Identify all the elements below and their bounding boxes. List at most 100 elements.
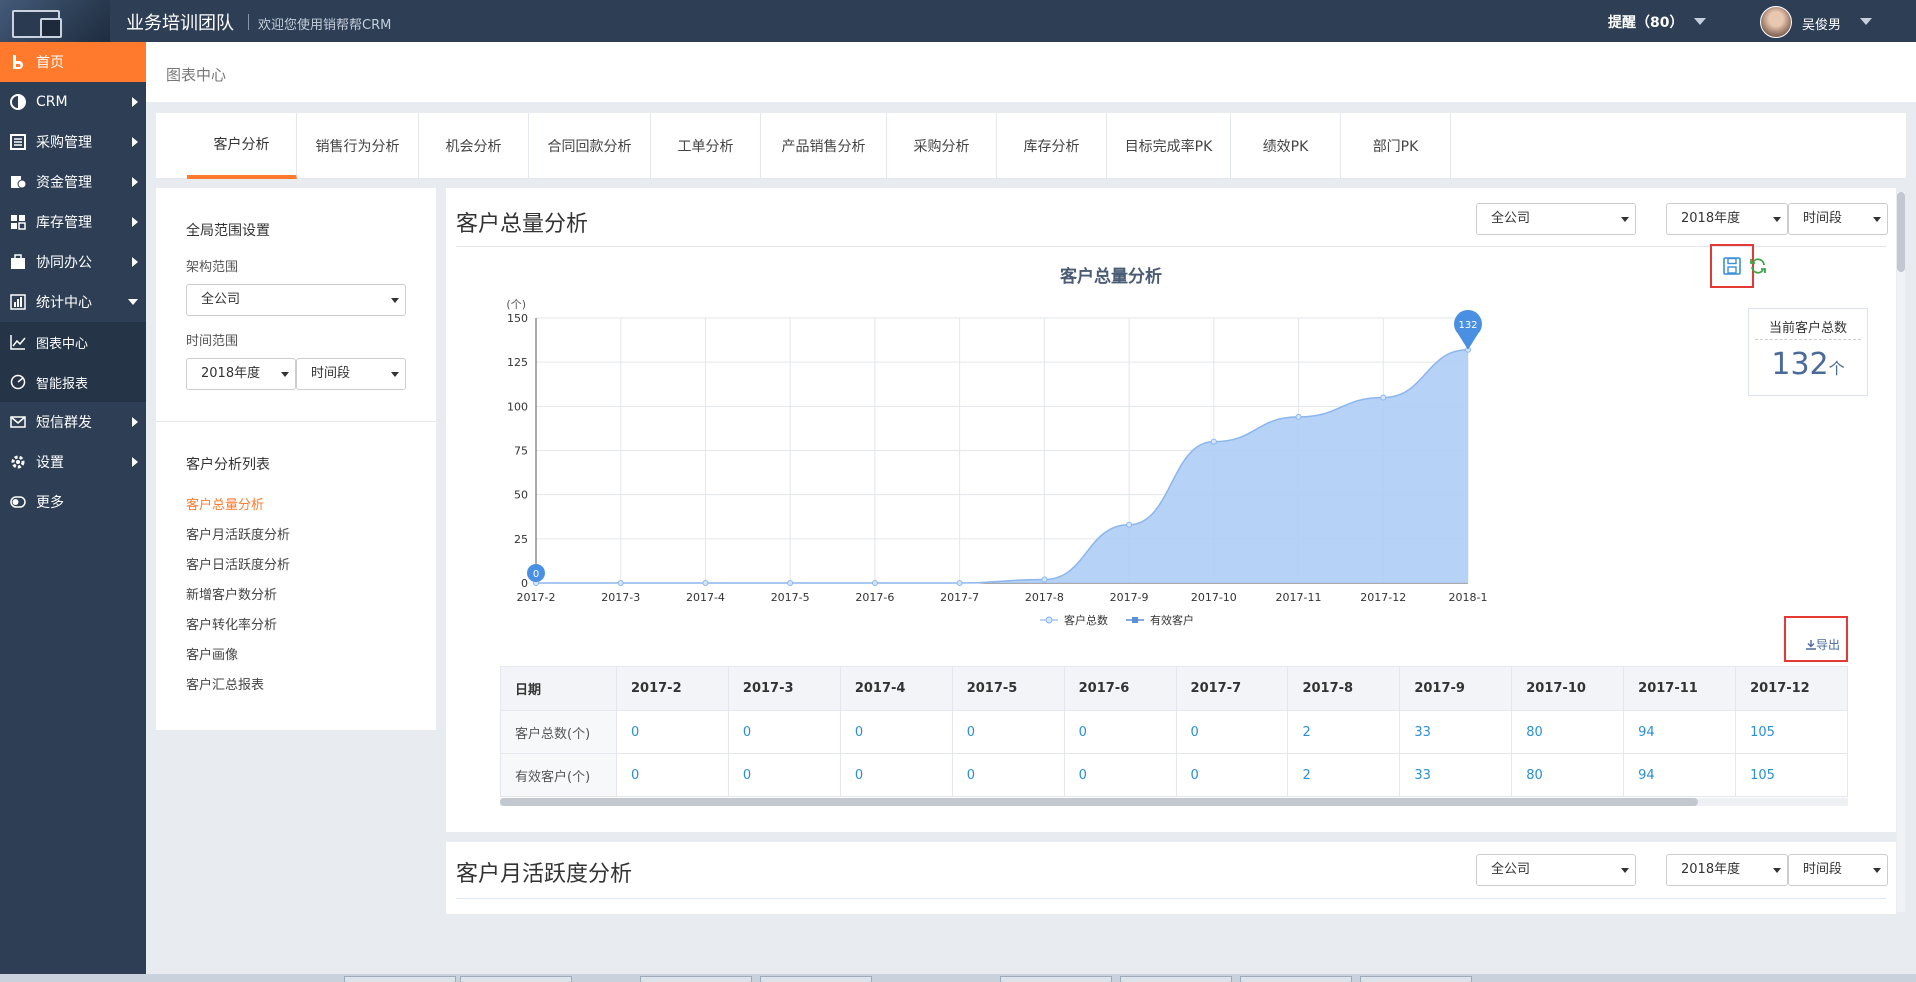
link-conversion-rate[interactable]: 客户转化率分析	[186, 614, 277, 633]
table-cell[interactable]: 80	[1511, 753, 1625, 797]
sidebar-item-inventory[interactable]: 库存管理	[0, 202, 146, 242]
taskbar-item[interactable]	[1360, 976, 1472, 982]
table-cell[interactable]: 0	[616, 710, 729, 754]
link-monthly-activity[interactable]: 客户月活跃度分析	[186, 524, 290, 543]
tab-performance-pk[interactable]: 绩效PK	[1231, 113, 1341, 179]
tab-opportunity[interactable]: 机会分析	[419, 113, 529, 179]
data-table: 日期 2017-2 2017-3 2017-4 2017-5 2017-6 20…	[500, 666, 1848, 797]
taskbar-item[interactable]	[344, 976, 456, 982]
table-scrollbar[interactable]	[500, 798, 1848, 806]
sidebar-item-stats[interactable]: 统计中心	[0, 282, 146, 322]
table-cell[interactable]: 105	[1735, 753, 1848, 797]
page-scrollbar[interactable]	[1897, 192, 1905, 912]
y-tick-label: 150	[507, 312, 528, 325]
table-cell[interactable]: 2	[1287, 753, 1401, 797]
sidebar-item-chart-center[interactable]: 图表中心	[0, 322, 146, 362]
table-cell[interactable]: 0	[727, 710, 841, 754]
taskbar-item[interactable]	[760, 976, 872, 982]
table-cell[interactable]: 0	[727, 753, 841, 797]
export-button[interactable]: 导出	[1806, 636, 1840, 653]
chevron-right-icon	[132, 217, 138, 227]
tab-work-order[interactable]: 工单分析	[651, 113, 761, 179]
table-header-cell: 2017-8	[1287, 666, 1401, 711]
table-header-row: 日期 2017-2 2017-3 2017-4 2017-5 2017-6 20…	[500, 666, 1848, 711]
table-cell[interactable]: 2	[1287, 710, 1401, 754]
link-customer-profile[interactable]: 客户画像	[186, 644, 238, 663]
y-tick-label: 75	[514, 445, 528, 458]
page-scrollbar-thumb[interactable]	[1897, 192, 1905, 272]
sidebar-item-crm[interactable]: CRM	[0, 82, 146, 122]
data-point	[617, 580, 624, 586]
chevron-down-icon	[391, 298, 399, 303]
reminder-button[interactable]: 提醒（80）	[1608, 12, 1683, 32]
table-cell[interactable]: 105	[1735, 710, 1848, 754]
y-tick-label: 25	[514, 533, 528, 546]
link-new-customers[interactable]: 新增客户数分析	[186, 584, 277, 603]
table-cell[interactable]: 0	[1175, 753, 1289, 797]
year-select-value: 2018年度	[1681, 862, 1741, 877]
home-icon	[10, 54, 26, 70]
chevron-down-icon[interactable]	[1694, 18, 1706, 25]
report-icon	[10, 374, 26, 390]
table-cell[interactable]: 0	[1063, 753, 1177, 797]
tab-customer-analysis[interactable]: 客户分析	[187, 113, 297, 179]
tab-department-pk[interactable]: 部门PK	[1341, 113, 1451, 179]
tab-sales-behavior[interactable]: 销售行为分析	[297, 113, 419, 179]
table-cell[interactable]: 0	[616, 753, 729, 797]
data-point	[1041, 576, 1048, 583]
sidebar-item-purchase[interactable]: 采购管理	[0, 122, 146, 162]
table-cell[interactable]: 0	[1175, 710, 1289, 754]
company-select[interactable]: 全公司	[1476, 854, 1636, 886]
table-cell[interactable]: 0	[951, 753, 1065, 797]
chevron-down-icon[interactable]	[1860, 18, 1872, 25]
y-tick-label: 0	[521, 577, 528, 590]
year-select[interactable]: 2018年度	[186, 358, 296, 390]
table-cell[interactable]: 33	[1399, 753, 1513, 797]
x-tick-label: 2017-10	[1191, 591, 1237, 604]
app-logo[interactable]	[0, 0, 110, 42]
sidebar-item-more[interactable]: 更多	[0, 482, 146, 522]
link-customer-total[interactable]: 客户总量分析	[186, 494, 264, 513]
sidebar-item-smart-report[interactable]: 智能报表	[0, 362, 146, 402]
table-cell[interactable]: 0	[1063, 710, 1177, 754]
taskbar-item[interactable]	[640, 976, 752, 982]
tab-inventory[interactable]: 库存分析	[997, 113, 1107, 179]
tab-product-sales[interactable]: 产品销售分析	[761, 113, 887, 179]
year-select[interactable]: 2018年度	[1666, 854, 1788, 886]
table-cell[interactable]: 0	[951, 710, 1065, 754]
period-select[interactable]: 时间段	[1788, 854, 1888, 886]
table-cell[interactable]: 0	[839, 710, 953, 754]
x-tick-label: 2017-3	[601, 591, 640, 604]
sidebar-item-fund[interactable]: 资金管理	[0, 162, 146, 202]
sidebar-item-home[interactable]: 首页	[0, 42, 146, 82]
table-cell[interactable]: 94	[1623, 710, 1737, 754]
table-cell[interactable]: 0	[839, 753, 953, 797]
period-select[interactable]: 时间段	[296, 358, 406, 390]
tab-target-pk[interactable]: 目标完成率PK	[1107, 113, 1231, 179]
table-cell[interactable]: 33	[1399, 710, 1513, 754]
sidebar-item-collab[interactable]: 协同办公	[0, 242, 146, 282]
tab-purchase[interactable]: 采购分析	[887, 113, 997, 179]
username[interactable]: 吴俊男	[1802, 14, 1841, 33]
avatar[interactable]	[1760, 6, 1792, 38]
taskbar-item[interactable]	[1240, 976, 1352, 982]
tablet-logo-icon	[40, 18, 62, 38]
list-title: 客户分析列表	[186, 457, 270, 473]
org-select[interactable]: 全公司	[186, 284, 406, 316]
card-title: 客户月活跃度分析	[456, 862, 633, 887]
sidebar-item-sms[interactable]: 短信群发	[0, 402, 146, 442]
taskbar-item[interactable]	[1120, 976, 1232, 982]
table-cell[interactable]: 80	[1511, 710, 1625, 754]
taskbar-item[interactable]	[460, 976, 572, 982]
data-point	[1210, 438, 1217, 445]
table-scrollbar-thumb[interactable]	[500, 798, 1698, 806]
tab-contract-payment[interactable]: 合同回款分析	[529, 113, 651, 179]
table-cell[interactable]: 94	[1623, 753, 1737, 797]
purchase-icon	[10, 134, 26, 150]
kpi-number: 132	[1771, 347, 1829, 382]
taskbar-item[interactable]	[1000, 976, 1112, 982]
table-header-cell: 2017-12	[1735, 666, 1848, 711]
link-daily-activity[interactable]: 客户日活跃度分析	[186, 554, 290, 573]
sidebar-item-settings[interactable]: 设置	[0, 442, 146, 482]
link-summary-report[interactable]: 客户汇总报表	[186, 674, 264, 693]
